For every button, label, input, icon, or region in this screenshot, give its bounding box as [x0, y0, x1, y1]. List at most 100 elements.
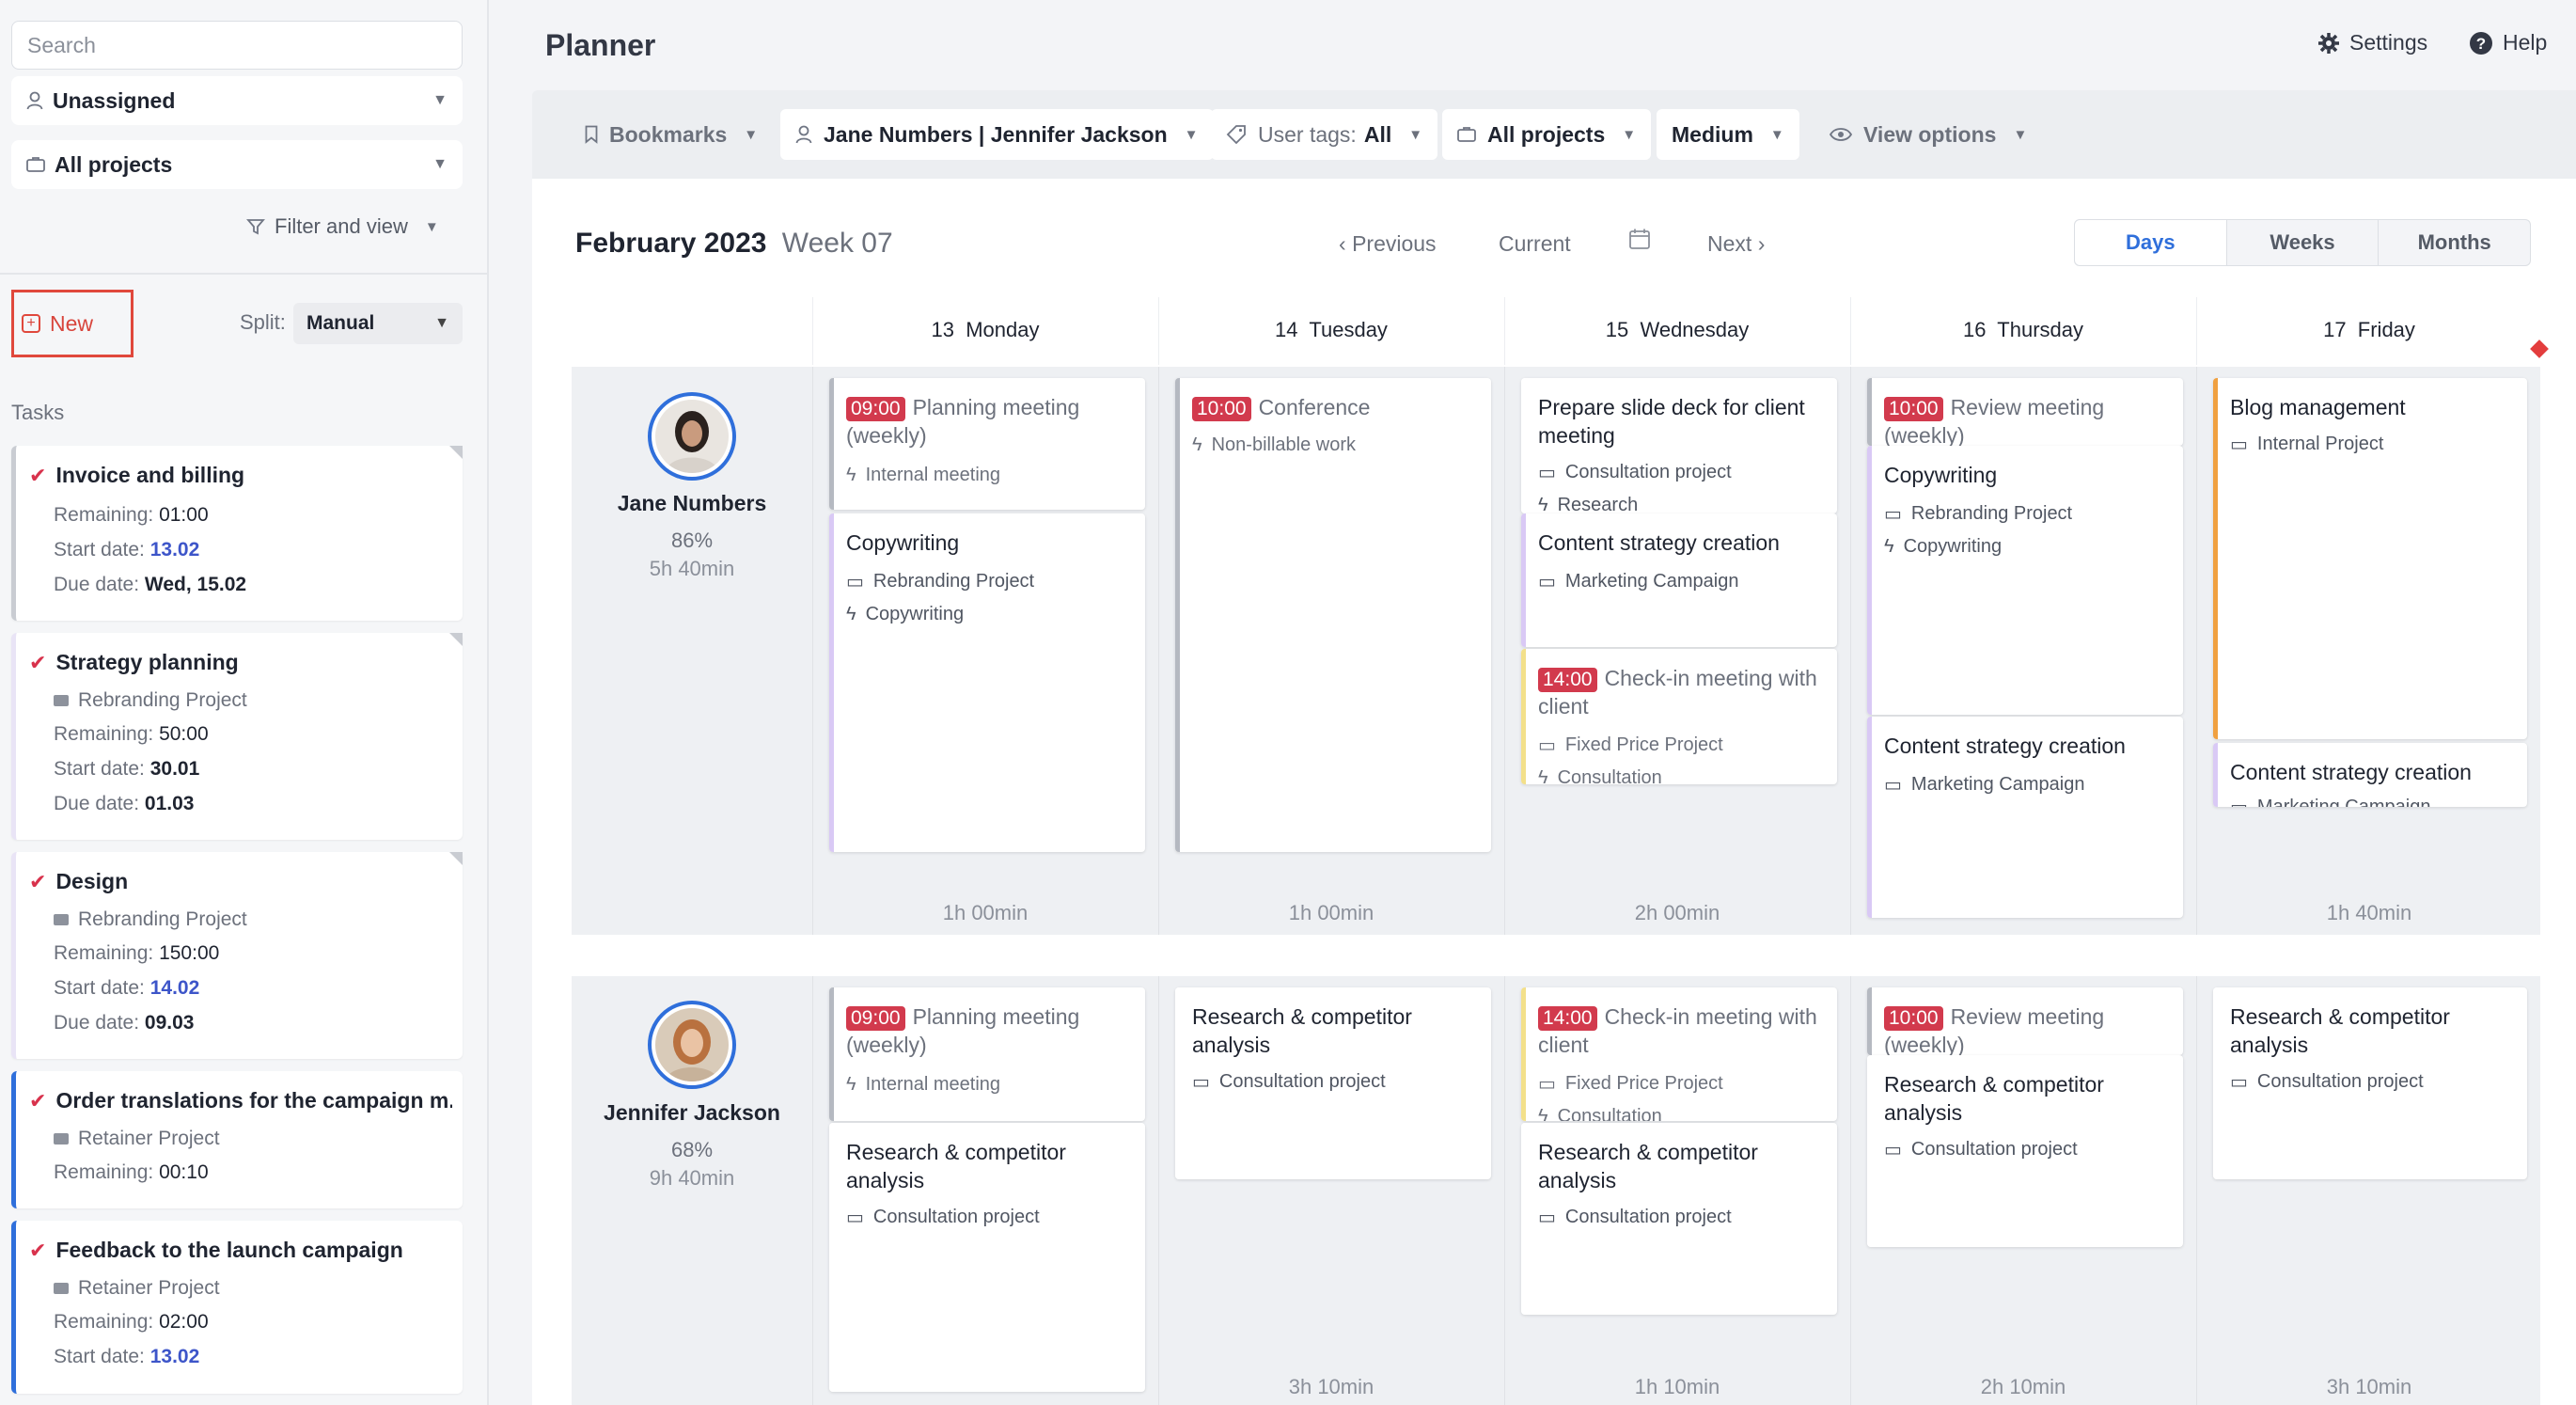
- event-card[interactable]: Research & competitor analysis ▭ Consulta…: [1521, 1123, 1837, 1315]
- filter-and-view-button[interactable]: Filter and view ▼: [246, 214, 439, 239]
- event-card[interactable]: 10:00 Review meeting (weekly): [1867, 378, 2183, 446]
- avatar[interactable]: [648, 392, 736, 481]
- event-card[interactable]: 10:00 Conference ϟ Non-billable work: [1175, 378, 1491, 852]
- current-button[interactable]: Current: [1499, 231, 1571, 257]
- view-weeks-button[interactable]: Weeks: [2227, 220, 2380, 265]
- remaining-label: Remaining:: [54, 504, 154, 526]
- toolbar: Bookmarks ▼ Jane Numbers | Jennifer Jack…: [532, 90, 2576, 179]
- task-title: Invoice and billing: [55, 463, 245, 487]
- user-tags-dropdown[interactable]: User tags: All ▼: [1211, 109, 1438, 160]
- calendar-button[interactable]: [1628, 228, 1651, 256]
- start-date-value: 13.02: [149, 539, 200, 560]
- projects-select[interactable]: All projects ▼: [11, 140, 463, 189]
- project-icon: [54, 1133, 69, 1145]
- day-name: Friday: [2357, 318, 2415, 341]
- column-separator: [1850, 367, 1851, 935]
- day-total: 1h 40min: [2326, 901, 2412, 924]
- task-card[interactable]: ✔ Invoice and billing Remaining: 01:00 St…: [11, 446, 463, 621]
- event-color-bar: [1521, 378, 1526, 513]
- settings-button[interactable]: Settings: [2317, 30, 2427, 55]
- task-card[interactable]: ✔ Design Rebranding Project Remaining: 15…: [11, 852, 463, 1059]
- event-card[interactable]: Copywriting ▭ Rebranding Project ϟ Copywri…: [829, 513, 1145, 852]
- task-title: Design: [55, 869, 129, 893]
- event-card[interactable]: 14:00 Check-in meeting with client ▭ Fixed…: [1521, 649, 1837, 784]
- event-card[interactable]: 10:00 Review meeting (weekly): [1867, 987, 2183, 1055]
- task-title: Order translations for the campaign m...: [55, 1088, 452, 1113]
- event-time-badge: 14:00: [1538, 1006, 1597, 1031]
- help-button[interactable]: ? Help: [2469, 30, 2547, 55]
- event-card[interactable]: Content strategy creation ▭ Marketing Cam…: [1867, 717, 2183, 918]
- chevron-down-icon: ▼: [744, 126, 759, 143]
- event-card[interactable]: 14:00 Check-in meeting with client ▭ Fixed…: [1521, 987, 1837, 1121]
- task-card[interactable]: ✔ Order translations for the campaign m..…: [11, 1071, 463, 1208]
- day-total: 1h 00min: [1288, 901, 1374, 924]
- event-color-bar: [2213, 378, 2218, 739]
- view-options-dropdown[interactable]: View options ▼: [1814, 109, 2042, 160]
- user-tags-label: User tags:: [1258, 121, 1357, 147]
- bookmarks-label: Bookmarks: [609, 121, 728, 147]
- density-dropdown[interactable]: Medium ▼: [1657, 109, 1799, 160]
- chevron-down-icon: ▼: [432, 156, 448, 172]
- avatar[interactable]: [648, 1001, 736, 1089]
- tag-icon: [1226, 124, 1247, 145]
- projects-dropdown[interactable]: All projects ▼: [1442, 109, 1652, 160]
- avatar-jennifer-image: [655, 1008, 729, 1081]
- event-time-badge: 09:00: [846, 1006, 905, 1031]
- event-title: Copywriting: [1884, 463, 1998, 487]
- column-separator: [1158, 297, 1159, 365]
- event-card[interactable]: Content strategy creation ▭ Marketing Cam…: [2213, 743, 2527, 807]
- day-total: 2h 10min: [1980, 1375, 2066, 1398]
- plus-icon: +: [22, 314, 40, 333]
- event-time-badge: 10:00: [1884, 397, 1943, 421]
- bolt-icon: ϟ: [1538, 1106, 1548, 1121]
- event-card[interactable]: Blog management ▭ Internal Project: [2213, 378, 2527, 739]
- previous-button[interactable]: ‹ Previous: [1339, 231, 1437, 257]
- project-icon: [54, 695, 69, 707]
- event-activity: Non-billable work: [1211, 434, 1356, 455]
- event-card[interactable]: Research & competitor analysis ▭ Consulta…: [829, 1123, 1145, 1392]
- remaining-label: Remaining:: [54, 1161, 154, 1183]
- event-color-bar: [1521, 513, 1526, 647]
- current-label: Current: [1499, 231, 1571, 256]
- next-button[interactable]: Next ›: [1707, 231, 1765, 257]
- event-card[interactable]: 09:00 Planning meeting (weekly) ϟ Internal…: [829, 378, 1145, 510]
- bolt-icon: ϟ: [846, 1074, 856, 1095]
- due-date-value: 09.03: [144, 1012, 195, 1034]
- check-icon: ✔: [29, 1238, 47, 1262]
- event-card[interactable]: 09:00 Planning meeting (weekly) ϟ Internal…: [829, 987, 1145, 1121]
- task-card[interactable]: ✔ Feedback to the launch campaign Retaine…: [11, 1221, 463, 1394]
- event-title: Content strategy creation: [1538, 530, 1780, 555]
- event-card[interactable]: Copywriting ▭ Rebranding Project ϟ Copywri…: [1867, 446, 2183, 715]
- new-task-button[interactable]: + New: [11, 290, 134, 357]
- task-card[interactable]: ✔ Strategy planning Rebranding Project Re…: [11, 633, 463, 840]
- users-dropdown[interactable]: Jane Numbers | Jennifer Jackson ▼: [780, 109, 1214, 160]
- event-card[interactable]: Content strategy creation ▭ Marketing Cam…: [1521, 513, 1837, 647]
- event-card[interactable]: Research & competitor analysis ▭ Consulta…: [1175, 987, 1491, 1179]
- event-project: Fixed Price Project: [1564, 734, 1723, 755]
- filter-icon: [246, 217, 265, 236]
- event-project: Internal Project: [2256, 434, 2384, 454]
- briefcase-icon: [26, 156, 45, 173]
- briefcase-icon: ▭: [1538, 1208, 1556, 1228]
- event-card[interactable]: Research & competitor analysis ▭ Consulta…: [2213, 987, 2527, 1179]
- briefcase-icon: ▭: [2230, 434, 2248, 455]
- day-total: 2h 00min: [1634, 901, 1720, 924]
- day-total: 3h 10min: [2326, 1375, 2412, 1398]
- view-months-button[interactable]: Months: [2379, 220, 2530, 265]
- event-title: Research & competitor analysis: [2230, 1004, 2450, 1057]
- density-dropdown-value: Medium: [1672, 121, 1753, 147]
- event-card[interactable]: Research & competitor analysis ▭ Consulta…: [1867, 1055, 2183, 1247]
- bookmarks-dropdown[interactable]: Bookmarks ▼: [570, 109, 773, 160]
- column-separator: [1504, 297, 1505, 365]
- chevron-right-icon: ›: [1757, 231, 1766, 256]
- assignee-select[interactable]: Unassigned ▼: [11, 76, 463, 125]
- check-icon: ✔: [29, 650, 47, 674]
- search-input[interactable]: Search: [11, 21, 463, 70]
- split-select-value: Manual: [306, 312, 375, 334]
- settings-label: Settings: [2349, 30, 2428, 55]
- split-select[interactable]: Manual ▼: [293, 303, 463, 344]
- event-color-bar: [1867, 987, 1872, 1055]
- event-card[interactable]: Prepare slide deck for client meeting ▭ C…: [1521, 378, 1837, 513]
- view-days-button[interactable]: Days: [2075, 220, 2227, 265]
- day-header-thursday: 16 Thursday: [1850, 318, 2196, 342]
